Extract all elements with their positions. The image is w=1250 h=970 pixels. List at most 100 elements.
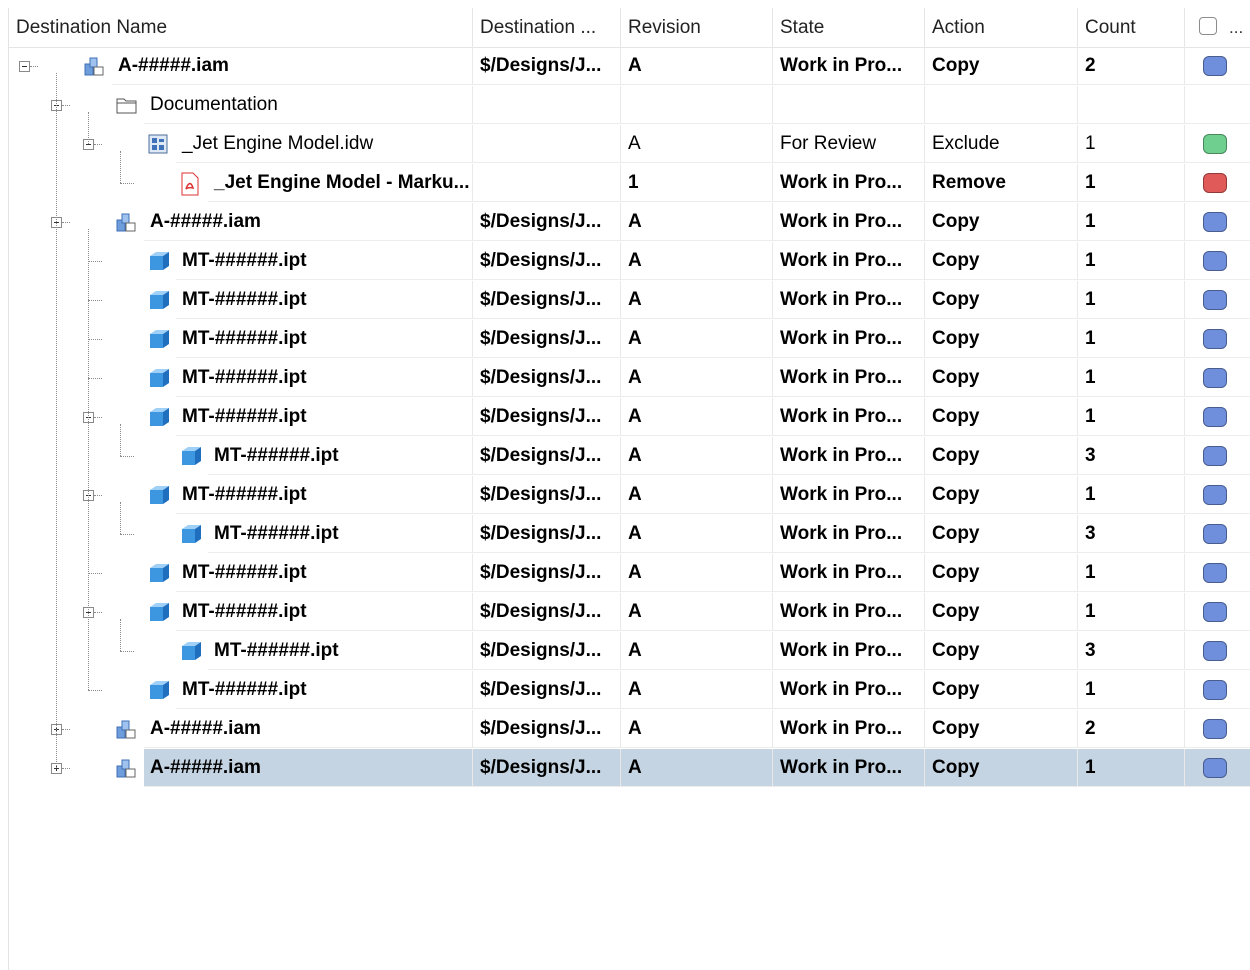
destination-cell[interactable]	[473, 125, 621, 163]
destination-cell[interactable]: $/Designs/J...	[473, 554, 621, 592]
name-cell[interactable]: A-#####.iam	[144, 749, 473, 787]
destination-cell[interactable]: $/Designs/J...	[473, 671, 621, 709]
status-indicator-copy[interactable]	[1203, 524, 1227, 544]
tree-row[interactable]: MT-######.ipt $/Designs/J... A Work in Pro.…	[9, 398, 1250, 437]
revision-cell[interactable]: A	[621, 203, 773, 241]
tree-row[interactable]: MT-######.ipt $/Designs/J... A Work in Pro.…	[9, 515, 1250, 554]
revision-cell[interactable]	[621, 86, 773, 124]
state-cell[interactable]: For Review	[773, 125, 925, 163]
name-cell[interactable]: MT-######.ipt	[176, 476, 473, 514]
state-cell[interactable]: Work in Pro...	[773, 632, 925, 670]
name-cell[interactable]: MT-######.ipt	[208, 632, 473, 670]
action-cell[interactable]: Copy	[925, 554, 1078, 592]
revision-cell[interactable]: A	[621, 632, 773, 670]
revision-cell[interactable]: A	[621, 554, 773, 592]
action-cell[interactable]: Copy	[925, 320, 1078, 358]
revision-cell[interactable]: A	[621, 437, 773, 475]
status-indicator-copy[interactable]	[1203, 563, 1227, 583]
revision-cell[interactable]: A	[621, 671, 773, 709]
tree-row[interactable]: A-#####.iam $/Designs/J... A Work in Pro...…	[9, 203, 1250, 242]
name-cell[interactable]: A-#####.iam	[144, 710, 473, 748]
name-cell[interactable]: _Jet Engine Model - Marku...	[208, 164, 473, 202]
count-cell[interactable]: 1	[1078, 242, 1185, 280]
count-cell[interactable]: 1	[1078, 554, 1185, 592]
column-header-action[interactable]: Action	[925, 8, 1078, 47]
action-cell[interactable]: Copy	[925, 281, 1078, 319]
destination-cell[interactable]: $/Designs/J...	[473, 47, 621, 85]
state-cell[interactable]: Work in Pro...	[773, 242, 925, 280]
name-cell[interactable]: MT-######.ipt	[208, 515, 473, 553]
destination-cell[interactable]: $/Designs/J...	[473, 632, 621, 670]
tree-row[interactable]: MT-######.ipt $/Designs/J... A Work in Pro.…	[9, 632, 1250, 671]
count-cell[interactable]: 1	[1078, 281, 1185, 319]
column-header-destination-name[interactable]: Destination Name	[9, 8, 473, 47]
state-cell[interactable]: Work in Pro...	[773, 203, 925, 241]
state-cell[interactable]: Work in Pro...	[773, 398, 925, 436]
tree-row[interactable]: MT-######.ipt $/Designs/J... A Work in Pro.…	[9, 320, 1250, 359]
action-cell[interactable]: Copy	[925, 671, 1078, 709]
revision-cell[interactable]: A	[621, 398, 773, 436]
count-cell[interactable]: 1	[1078, 398, 1185, 436]
status-indicator-copy[interactable]	[1203, 329, 1227, 349]
destination-cell[interactable]: $/Designs/J...	[473, 203, 621, 241]
tree-row[interactable]: MT-######.ipt $/Designs/J... A Work in Pro.…	[9, 476, 1250, 515]
action-cell[interactable]: Copy	[925, 476, 1078, 514]
action-cell[interactable]: Copy	[925, 593, 1078, 631]
name-cell[interactable]: MT-######.ipt	[176, 398, 473, 436]
name-cell[interactable]: MT-######.ipt	[176, 281, 473, 319]
action-cell[interactable]: Copy	[925, 242, 1078, 280]
state-cell[interactable]: Work in Pro...	[773, 593, 925, 631]
state-cell[interactable]: Work in Pro...	[773, 476, 925, 514]
tree-row[interactable]: _Jet Engine Model.idw A For Review Exclude 1	[9, 125, 1250, 164]
destination-cell[interactable]: $/Designs/J...	[473, 359, 621, 397]
action-cell[interactable]	[925, 86, 1078, 124]
count-cell[interactable]	[1078, 86, 1185, 124]
count-cell[interactable]: 2	[1078, 710, 1185, 748]
status-indicator-copy[interactable]	[1203, 290, 1227, 310]
tree-row[interactable]: _Jet Engine Model - Marku... 1 Work in Pro…	[9, 164, 1250, 203]
state-cell[interactable]: Work in Pro...	[773, 671, 925, 709]
name-cell[interactable]: A-#####.iam	[112, 47, 473, 85]
revision-cell[interactable]: A	[621, 281, 773, 319]
count-cell[interactable]: 3	[1078, 515, 1185, 553]
name-cell[interactable]: Documentation	[144, 86, 473, 124]
count-cell[interactable]: 3	[1078, 632, 1185, 670]
count-cell[interactable]: 1	[1078, 320, 1185, 358]
action-cell[interactable]: Copy	[925, 632, 1078, 670]
state-cell[interactable]: Work in Pro...	[773, 359, 925, 397]
destination-cell[interactable]: $/Designs/J...	[473, 281, 621, 319]
status-indicator-remove[interactable]	[1203, 173, 1227, 193]
count-cell[interactable]: 1	[1078, 359, 1185, 397]
name-cell[interactable]: MT-######.ipt	[176, 671, 473, 709]
more-columns-button[interactable]: ...	[1229, 8, 1243, 47]
tree-row[interactable]: MT-######.ipt $/Designs/J... A Work in Pro.…	[9, 554, 1250, 593]
action-cell[interactable]: Copy	[925, 47, 1078, 85]
tree-row[interactable]: A-#####.iam $/Designs/J... A Work in Pro...…	[9, 749, 1250, 788]
count-cell[interactable]: 1	[1078, 749, 1185, 787]
tree-row[interactable]: MT-######.ipt $/Designs/J... A Work in Pro.…	[9, 593, 1250, 632]
action-cell[interactable]: Copy	[925, 710, 1078, 748]
state-cell[interactable]: Work in Pro...	[773, 320, 925, 358]
name-cell[interactable]: MT-######.ipt	[176, 554, 473, 592]
action-cell[interactable]: Exclude	[925, 125, 1078, 163]
revision-cell[interactable]: A	[621, 593, 773, 631]
select-all-checkbox[interactable]	[1199, 17, 1217, 35]
revision-cell[interactable]: A	[621, 515, 773, 553]
action-cell[interactable]: Copy	[925, 398, 1078, 436]
count-cell[interactable]: 1	[1078, 164, 1185, 202]
revision-cell[interactable]: A	[621, 47, 773, 85]
state-cell[interactable]: Work in Pro...	[773, 554, 925, 592]
status-indicator-copy[interactable]	[1203, 758, 1227, 778]
count-cell[interactable]: 3	[1078, 437, 1185, 475]
destination-cell[interactable]: $/Designs/J...	[473, 515, 621, 553]
destination-cell[interactable]	[473, 86, 621, 124]
name-cell[interactable]: MT-######.ipt	[176, 359, 473, 397]
tree-row[interactable]: MT-######.ipt $/Designs/J... A Work in Pro.…	[9, 437, 1250, 476]
name-cell[interactable]: MT-######.ipt	[176, 593, 473, 631]
destination-cell[interactable]	[473, 164, 621, 202]
status-indicator-copy[interactable]	[1203, 368, 1227, 388]
column-header-count[interactable]: Count	[1078, 8, 1185, 47]
column-header-state[interactable]: State	[773, 8, 925, 47]
destination-cell[interactable]: $/Designs/J...	[473, 320, 621, 358]
revision-cell[interactable]: A	[621, 242, 773, 280]
